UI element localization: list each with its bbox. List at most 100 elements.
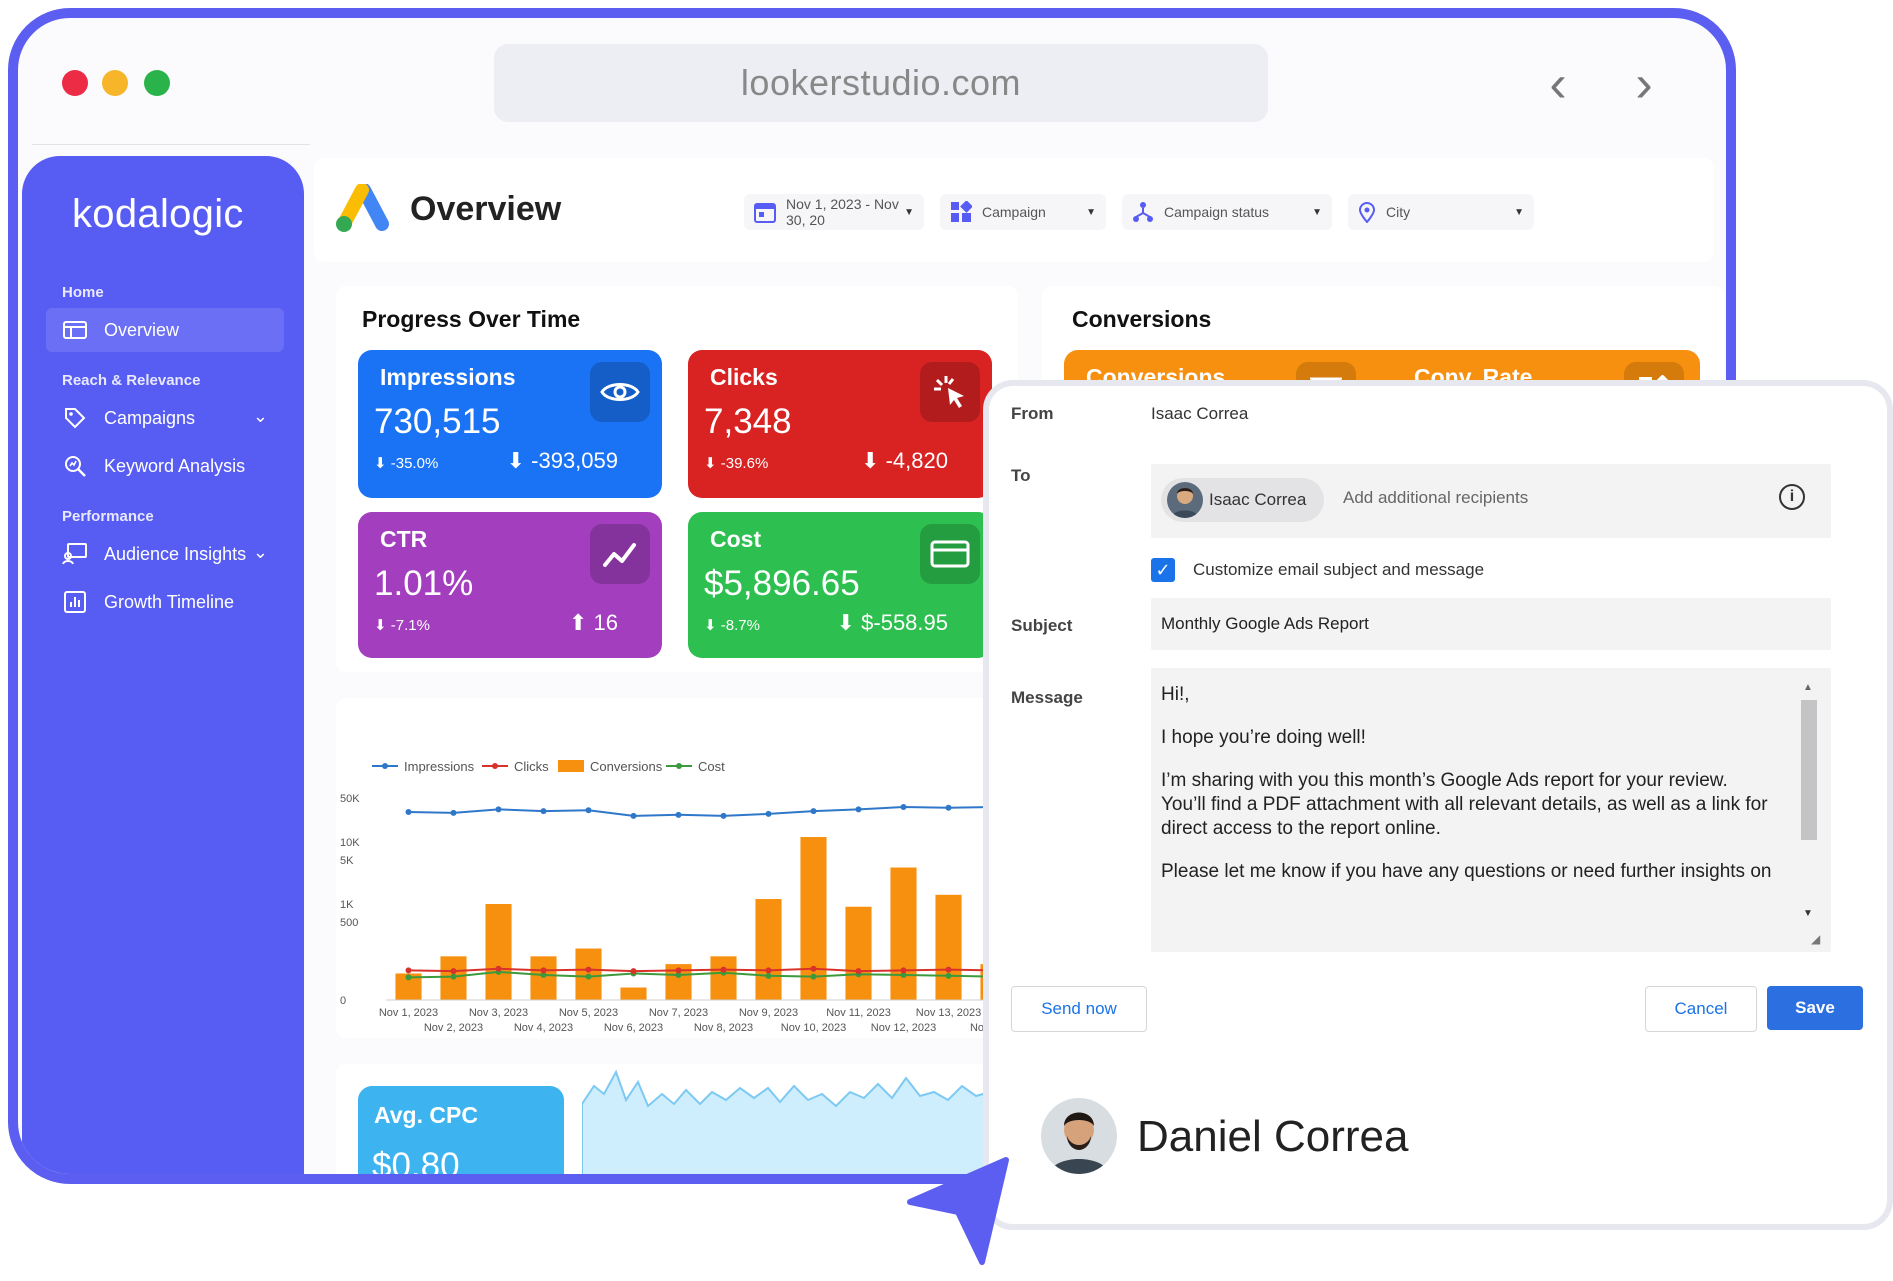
legend-label: Cost	[698, 759, 725, 774]
chart-panel: 50K 10K 5K 1K 500 0 Impressions Clicks Conversio…	[336, 698, 1018, 1038]
recipient-name: Isaac Correa	[1209, 490, 1307, 509]
scroll-up-icon[interactable]: ▲	[1803, 682, 1813, 693]
impressions-point	[450, 809, 457, 816]
message-textarea[interactable]: Hi!, I hope you’re doing well! I’m sharing…	[1151, 668, 1831, 952]
info-icon[interactable]: i	[1779, 484, 1805, 510]
kpi-title: Cost	[710, 526, 762, 552]
down-arrow-icon: ⬇	[836, 610, 862, 635]
conversions-bar	[935, 894, 962, 1000]
city-filter[interactable]: City ▼	[1348, 194, 1534, 230]
sidebar-item-overview[interactable]: Overview	[46, 308, 284, 352]
kpi-title: Clicks	[710, 364, 778, 390]
conversions-bar	[710, 956, 737, 1000]
y-tick-label: 50K	[340, 793, 360, 805]
chevron-down-icon[interactable]: ⌄	[253, 406, 268, 427]
message-line: Hi!,	[1161, 684, 1190, 705]
x-tick-label: Nov 4, 2023	[514, 1022, 573, 1034]
down-arrow-icon: ⬇	[861, 448, 886, 473]
back-button[interactable]: ‹	[1538, 58, 1578, 110]
legend-marker	[676, 763, 682, 769]
sidebar-item-growth-timeline[interactable]: Growth Timeline	[46, 580, 284, 624]
message-scrollbar[interactable]: ▲ ▼	[1797, 682, 1821, 932]
message-line: Please let me know if you have any quest…	[1161, 861, 1772, 882]
sidebar: kodalogic Home Overview Reach & Relevanc…	[22, 156, 304, 1174]
dropdown-arrow-icon: ▼	[904, 206, 914, 218]
send-now-button[interactable]: Send now	[1011, 986, 1147, 1032]
cancel-button[interactable]: Cancel	[1645, 986, 1757, 1032]
search-analytics-icon	[62, 453, 88, 479]
clicks-point	[675, 967, 682, 974]
kpi-delta: -4,820	[885, 448, 948, 473]
campaign-status-filter[interactable]: Campaign status ▼	[1122, 194, 1332, 230]
campaign-status-label: Campaign status	[1164, 204, 1270, 220]
cost-point	[450, 973, 457, 980]
avatar	[1041, 1098, 1117, 1174]
message-line: I hope you’re doing well!	[1161, 727, 1366, 748]
google-ads-icon	[334, 183, 392, 241]
kpi-clicks[interactable]: Clicks 7,348 ⬇ -39.6% ⬇ -4,820	[688, 350, 992, 498]
from-label: From	[1011, 404, 1054, 423]
cost-point	[945, 972, 952, 979]
close-window-dot[interactable]	[62, 70, 88, 96]
impressions-point	[540, 808, 547, 815]
kpi-avg-cpc[interactable]: Avg. CPC $0.80	[358, 1086, 564, 1174]
kpi-impressions[interactable]: Impressions 730,515 ⬇ -35.0% ⬇ -393,059	[358, 350, 662, 498]
eye-icon	[590, 362, 650, 422]
kpi-ctr[interactable]: CTR 1.01% ⬇ -7.1% ⬆ 16	[358, 512, 662, 658]
maximize-window-dot[interactable]	[144, 70, 170, 96]
kpi-title: Avg. CPC	[374, 1102, 478, 1128]
clicks-point	[495, 965, 502, 972]
x-tick-label: Nov 5, 2023	[559, 1007, 618, 1019]
avatar	[1167, 482, 1203, 518]
legend-label: Conversions	[590, 759, 663, 774]
dashboard-icon	[62, 317, 88, 343]
clicks-point	[585, 966, 592, 973]
divider	[32, 144, 310, 145]
kpi-delta: -393,059	[531, 448, 618, 473]
save-button[interactable]: Save	[1767, 986, 1863, 1030]
sidebar-item-audience-insights[interactable]: Audience Insights ⌄	[46, 532, 284, 576]
legend-label: Clicks	[514, 759, 549, 774]
kpi-cost[interactable]: Cost $5,896.65 ⬇ -8.7% ⬇ $-558.95	[688, 512, 992, 658]
sidebar-item-label: Campaigns	[104, 407, 196, 428]
scroll-down-icon[interactable]: ▼	[1803, 908, 1813, 919]
conversions-bar	[755, 899, 782, 1000]
legend-marker	[492, 763, 498, 769]
kpi-title: CTR	[380, 526, 428, 552]
impressions-point	[945, 804, 952, 811]
scroll-thumb[interactable]	[1801, 700, 1817, 840]
impressions-point	[585, 807, 592, 814]
recipient-chip[interactable]: Isaac Correa	[1161, 478, 1325, 522]
recipients-field[interactable]: Isaac Correa Add additional recipients i	[1151, 464, 1831, 538]
message-line: direct access to the report online.	[1161, 818, 1441, 839]
clicks-point	[720, 966, 727, 973]
tag-icon	[62, 405, 88, 431]
chevron-down-icon[interactable]: ⌄	[253, 542, 268, 563]
date-range-filter[interactable]: Nov 1, 2023 - Nov 30, 20 ▼	[744, 194, 924, 230]
impressions-point	[405, 808, 412, 815]
down-arrow-icon: ⬇	[506, 448, 532, 473]
resize-handle-icon[interactable]: ◢	[1811, 932, 1820, 946]
section-performance: Performance	[62, 508, 154, 525]
down-arrow-icon: ⬇	[704, 455, 721, 472]
progress-panel-title: Progress Over Time	[362, 306, 581, 332]
address-bar[interactable]: lookerstudio.com	[494, 44, 1268, 122]
sidebar-item-keyword-analysis[interactable]: Keyword Analysis	[46, 444, 284, 488]
cost-point	[585, 973, 592, 980]
clicks-point	[900, 967, 907, 974]
minimize-window-dot[interactable]	[102, 70, 128, 96]
sidebar-item-campaigns[interactable]: Campaigns ⌄	[46, 396, 284, 440]
y-tick-label: 0	[340, 995, 346, 1007]
forward-button[interactable]: ›	[1624, 58, 1664, 110]
customize-checkbox[interactable]: ✓	[1151, 558, 1175, 582]
add-recipients-input[interactable]: Add additional recipients	[1343, 488, 1528, 508]
kpi-percent: -8.7%	[720, 617, 760, 634]
impressions-point	[630, 812, 637, 819]
kpi-value: 730,515	[374, 402, 501, 441]
subject-input[interactable]: Monthly Google Ads Report	[1151, 598, 1831, 650]
conversions-bar	[530, 956, 557, 1000]
click-icon	[920, 362, 980, 422]
to-label: To	[1011, 466, 1031, 485]
message-label: Message	[1011, 688, 1083, 707]
campaign-filter[interactable]: Campaign ▼	[940, 194, 1106, 230]
